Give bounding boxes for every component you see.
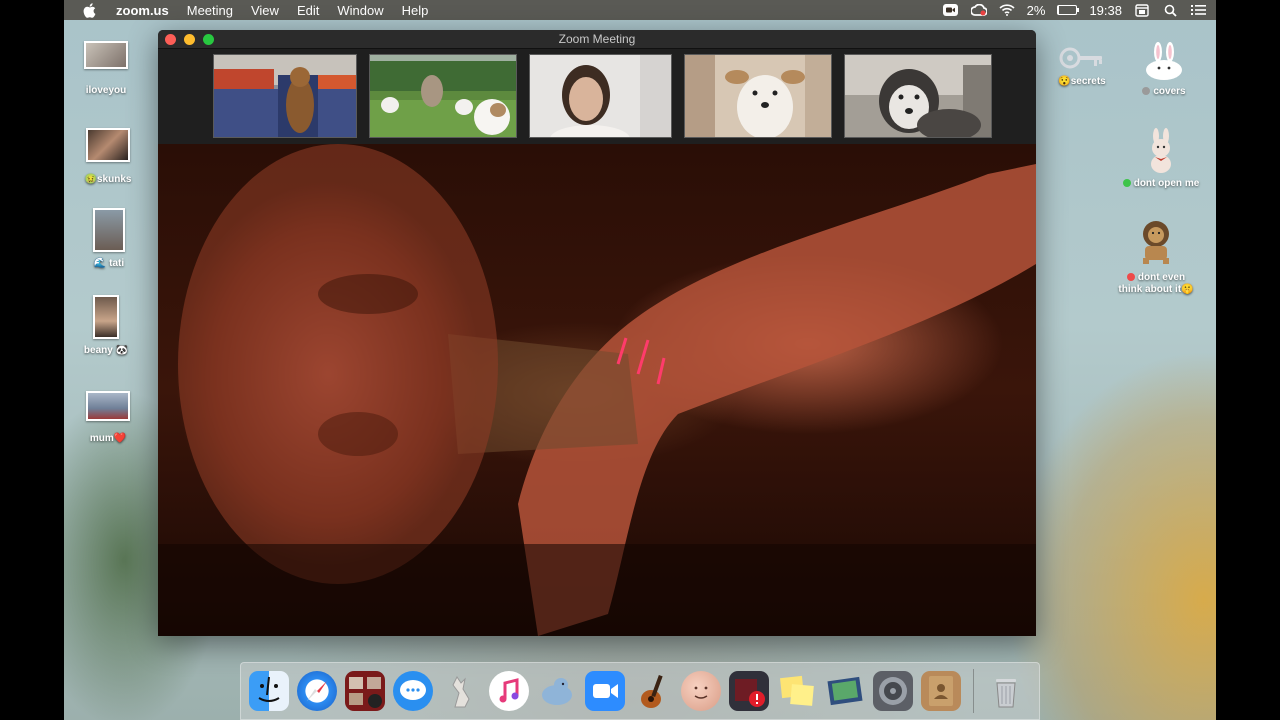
photo-booth-icon[interactable] bbox=[345, 671, 385, 711]
file-thumbnail bbox=[93, 295, 119, 339]
window-title: Zoom Meeting bbox=[558, 32, 636, 46]
desktop-file-tati[interactable]: 🌊 tati bbox=[64, 208, 154, 270]
apple-icon[interactable] bbox=[82, 2, 96, 18]
file-thumbnail bbox=[86, 128, 130, 162]
file-label: dont even think about it🤫 bbox=[1111, 272, 1201, 296]
label-text: secrets bbox=[1070, 76, 1106, 87]
zoom-app-icon[interactable] bbox=[585, 671, 625, 711]
label-text: tati bbox=[109, 258, 125, 269]
file-label: 🌊 tati bbox=[64, 258, 154, 270]
label-text: dont open me bbox=[1133, 178, 1200, 189]
participant-video-dachshund[interactable] bbox=[213, 54, 357, 138]
bunny-figure-icon bbox=[1144, 128, 1178, 174]
menu-help[interactable]: Help bbox=[402, 3, 429, 18]
active-speaker-video[interactable] bbox=[158, 144, 1036, 636]
file-label: dont open me bbox=[1116, 178, 1206, 190]
clock[interactable]: 19:38 bbox=[1089, 3, 1122, 18]
terrier-video bbox=[685, 55, 831, 137]
file-label: 🤢skunks bbox=[64, 174, 153, 186]
desktop: zoom.us Meeting View Edit Window Help 2%… bbox=[64, 0, 1216, 720]
file-label: covers bbox=[1119, 86, 1209, 98]
battery-icon[interactable] bbox=[1057, 5, 1080, 15]
tag-dot bbox=[1126, 273, 1135, 281]
lion-icon bbox=[1133, 218, 1179, 266]
file-label: iloveyou bbox=[85, 85, 127, 96]
zoom-meeting-window: Zoom Meeting bbox=[158, 30, 1036, 636]
status-area: 2% 19:38 bbox=[943, 0, 1206, 20]
label-emoji: 🤢 bbox=[84, 174, 97, 185]
label-emoji: 😯 bbox=[1058, 76, 1071, 87]
husky-video bbox=[845, 55, 991, 137]
face-app-icon[interactable] bbox=[681, 671, 721, 711]
contacts-icon[interactable] bbox=[921, 671, 961, 711]
dock bbox=[240, 662, 1040, 720]
menu-app-name[interactable]: zoom.us bbox=[116, 3, 169, 18]
label-emoji: 🤫 bbox=[1181, 284, 1194, 295]
itunes-icon[interactable] bbox=[489, 671, 529, 711]
dock-separator bbox=[973, 669, 974, 713]
participant-video-husky[interactable] bbox=[844, 54, 992, 138]
file-label: beany 🐼 bbox=[83, 345, 129, 356]
label-text: covers bbox=[1153, 86, 1186, 97]
tag-dot bbox=[1122, 179, 1131, 187]
creative-cloud-icon[interactable] bbox=[970, 3, 987, 17]
safari-icon[interactable] bbox=[297, 671, 337, 711]
battery-percent: 2% bbox=[1026, 2, 1046, 18]
finder-icon[interactable] bbox=[249, 671, 289, 711]
menu-bar: zoom.us Meeting View Edit Window Help 2%… bbox=[64, 0, 1216, 20]
desktop-file-dont-even-think-about-it[interactable]: dont even think about it🤫 bbox=[1111, 218, 1201, 296]
messages-icon[interactable] bbox=[393, 671, 433, 711]
participant-strip bbox=[213, 54, 992, 138]
spotlight-search-icon[interactable] bbox=[1162, 3, 1178, 17]
calendar-icon[interactable] bbox=[1134, 3, 1150, 17]
red-alert-app-icon[interactable] bbox=[729, 671, 769, 711]
menu-edit[interactable]: Edit bbox=[297, 3, 319, 18]
trash-icon[interactable] bbox=[986, 671, 1026, 711]
file-thumbnail bbox=[84, 41, 128, 69]
file-thumbnail bbox=[86, 391, 130, 421]
wifi-icon[interactable] bbox=[999, 3, 1015, 17]
participant-video-puppies[interactable] bbox=[369, 54, 517, 138]
desktop-file-iloveyou[interactable]: iloveyou bbox=[64, 41, 151, 97]
menu-window[interactable]: Window bbox=[337, 3, 383, 18]
garageband-icon[interactable] bbox=[633, 671, 673, 711]
desktop-file-mum[interactable]: mum❤️ bbox=[64, 391, 153, 445]
file-label: mum❤️ bbox=[89, 433, 127, 444]
bunny-icon bbox=[1140, 42, 1188, 82]
stickies-icon[interactable] bbox=[777, 671, 817, 711]
preview-icon[interactable] bbox=[825, 671, 865, 711]
speaker-video-frame bbox=[158, 144, 1036, 636]
window-titlebar[interactable]: Zoom Meeting bbox=[158, 30, 1036, 49]
zoom-button[interactable] bbox=[203, 33, 214, 45]
file-label: 😯secrets bbox=[1037, 76, 1127, 88]
woman-video bbox=[530, 55, 671, 137]
label-text: skunks bbox=[96, 174, 132, 185]
file-thumbnail bbox=[93, 208, 125, 252]
desktop-file-dont-open-me[interactable]: dont open me bbox=[1116, 128, 1206, 190]
system-preferences-icon[interactable] bbox=[873, 671, 913, 711]
sequel-pro-icon[interactable] bbox=[537, 671, 577, 711]
list-icon[interactable] bbox=[1190, 3, 1206, 17]
puppies-video bbox=[370, 55, 516, 137]
skype-kangaroo-icon[interactable] bbox=[441, 671, 481, 711]
menu-view[interactable]: View bbox=[251, 3, 279, 18]
participant-video-woman[interactable] bbox=[529, 54, 672, 138]
participant-video-terrier[interactable] bbox=[684, 54, 832, 138]
desktop-file-beany[interactable]: beany 🐼 bbox=[64, 295, 151, 357]
minimize-button[interactable] bbox=[184, 33, 195, 45]
label-line2: think about it bbox=[1118, 284, 1182, 295]
key-icon bbox=[1058, 42, 1106, 74]
desktop-file-skunks[interactable]: 🤢skunks bbox=[64, 128, 153, 186]
desktop-file-covers[interactable]: covers bbox=[1119, 42, 1209, 98]
label-line1: dont even bbox=[1137, 272, 1186, 283]
dachshund-video bbox=[214, 55, 356, 137]
close-button[interactable] bbox=[165, 33, 176, 45]
desktop-file-secrets[interactable]: 😯secrets bbox=[1037, 42, 1127, 88]
menu-meeting[interactable]: Meeting bbox=[187, 3, 233, 18]
tag-dot bbox=[1142, 87, 1151, 95]
zoom-status-icon[interactable] bbox=[943, 3, 959, 17]
label-emoji: 🌊 bbox=[93, 258, 107, 269]
